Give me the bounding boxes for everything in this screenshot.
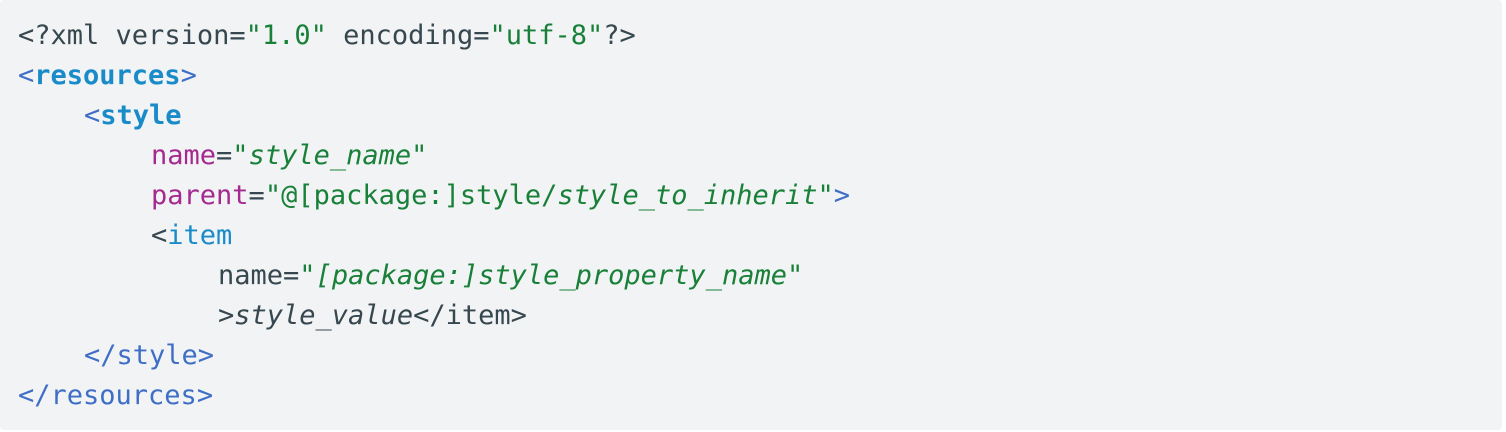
- tag-bracket: >: [180, 60, 197, 91]
- code-line-style-name-attr: name="style_name": [18, 136, 1484, 176]
- tag-name-style-close: style: [116, 340, 198, 371]
- xml-decl-attr-version: version: [115, 20, 230, 51]
- tag-name-style: style: [100, 100, 182, 131]
- tag-bracket: >: [197, 340, 215, 371]
- attr-quote: ": [411, 140, 428, 171]
- attr-value-style-name: style_name: [248, 140, 412, 171]
- code-line-style-open: <style: [18, 96, 1484, 136]
- attr-quote: ": [232, 140, 249, 171]
- code-block: <?xml version="1.0" encoding="utf-8"?> <…: [0, 0, 1502, 430]
- code-line-resources-close: </resources>: [18, 376, 1484, 416]
- code-line-parent-attr: parent="@[package:]style/style_to_inheri…: [18, 176, 1484, 216]
- item-value-placeholder: style_value: [234, 300, 414, 331]
- tag-bracket: <: [84, 100, 101, 131]
- xml-decl-attr-encoding: encoding: [343, 20, 474, 51]
- tag-bracket: <: [18, 60, 35, 91]
- xml-decl-space: [327, 20, 343, 51]
- code-line-item-name-attr: name="[package:]style_property_name": [18, 256, 1484, 296]
- attr-value-property-name: [package:]style_property_name: [315, 260, 787, 291]
- code-line-xml-declaration: <?xml version="1.0" encoding="utf-8"?>: [18, 16, 1484, 56]
- tag-close-item: </item>: [413, 300, 527, 331]
- attr-eq: =: [216, 140, 233, 171]
- xml-decl-close: ?>: [603, 20, 636, 51]
- xml-decl-version-value: "1.0": [245, 20, 327, 51]
- attr-quote: ": [786, 260, 804, 291]
- attr-quote: ": [264, 180, 282, 211]
- attr-quote: ": [817, 180, 834, 211]
- tag-name-resources-close: resources: [50, 380, 197, 411]
- attr-value-parent-name: style_to_inherit: [557, 180, 818, 211]
- attr-value-parent-prefix: @[package:]style/: [281, 180, 558, 211]
- xml-decl-eq: =: [229, 20, 246, 51]
- attr-eq: =: [248, 180, 265, 211]
- code-line-style-close: </style>: [18, 336, 1484, 376]
- tag-bracket: >: [218, 300, 235, 331]
- attr-name: name: [151, 140, 217, 171]
- tag-bracket: >: [833, 180, 851, 211]
- code-line-item-open: <item: [18, 216, 1484, 256]
- tag-bracket: >: [196, 380, 214, 411]
- attr-parent: parent: [151, 180, 249, 211]
- tag-bracket: <: [151, 220, 168, 251]
- tag-name-item: item: [167, 220, 233, 251]
- xml-decl-open: <?xml: [18, 20, 116, 51]
- code-line-resources-open: <resources>: [18, 56, 1484, 96]
- xml-decl-encoding-value: "utf-8": [489, 20, 604, 51]
- tag-name-resources: resources: [34, 60, 181, 91]
- tag-bracket: </: [84, 340, 117, 371]
- xml-decl-eq: =: [473, 20, 490, 51]
- tag-bracket: </: [18, 380, 51, 411]
- code-line-item-value: >style_value</item>: [18, 296, 1484, 336]
- attr-eq: =: [283, 260, 300, 291]
- attr-name: name: [218, 260, 284, 291]
- attr-quote: ": [299, 260, 316, 291]
